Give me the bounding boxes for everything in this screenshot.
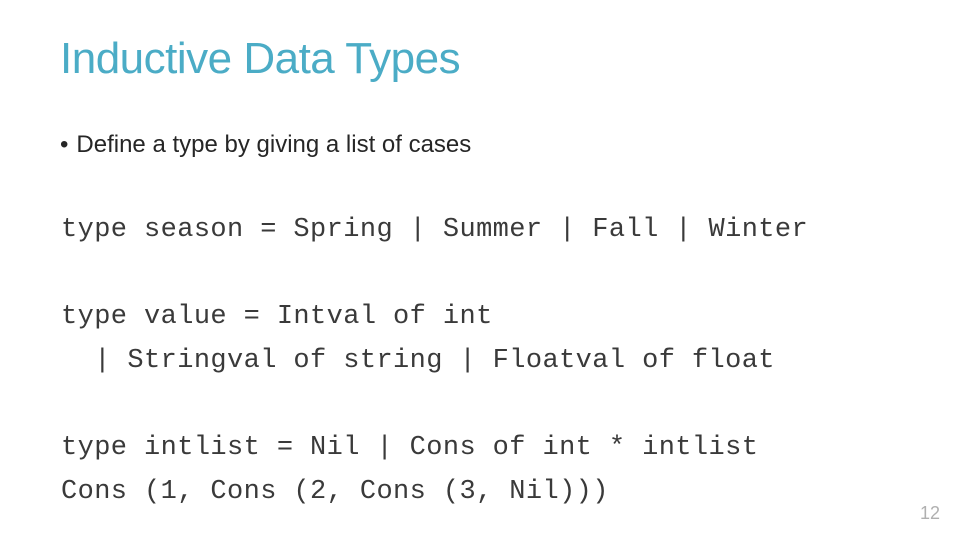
slide-title: Inductive Data Types	[60, 34, 461, 83]
bullet-item: • Define a type by giving a list of cases	[60, 131, 471, 159]
code-line-season: type season = Spring | Summer | Fall | W…	[61, 215, 809, 245]
page-number: 12	[919, 503, 940, 523]
code-line-intlist: type intlist = Nil | Cons of int * intli…	[61, 433, 759, 463]
code-line-value-cont: | Stringval of string | Floatval of floa…	[61, 346, 775, 376]
bullet-marker: •	[60, 131, 69, 158]
bullet-text: Define a type by giving a list of cases	[76, 131, 472, 158]
code-line-value: type value = Intval of int	[61, 302, 493, 332]
code-line-cons-example: Cons (1, Cons (2, Cons (3, Nil)))	[61, 477, 609, 507]
